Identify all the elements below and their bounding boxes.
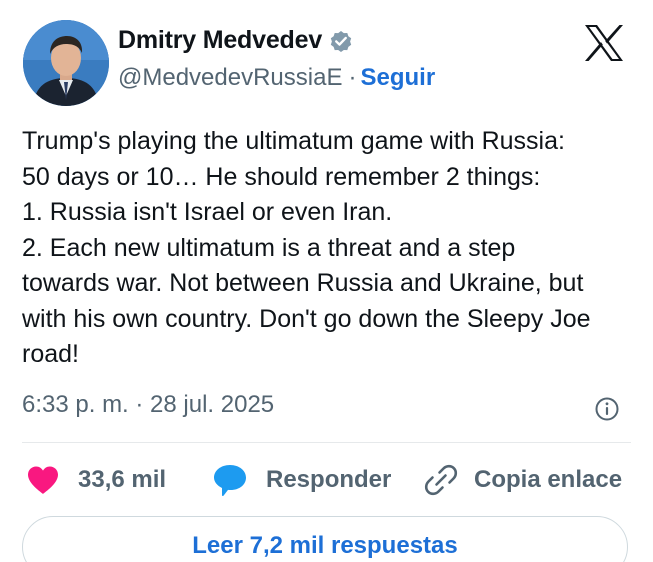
x-logo-icon[interactable] — [583, 24, 625, 62]
follow-link[interactable]: Seguir — [360, 64, 435, 91]
speech-bubble-icon — [214, 465, 246, 496]
likes-count: 33,6 mil — [78, 466, 167, 493]
copy-link-label: Copia enlace — [474, 466, 623, 493]
author-name-text: Dmitry Medvedev — [118, 26, 323, 54]
avatar-portrait — [23, 20, 109, 106]
link-icon — [424, 464, 458, 496]
info-icon[interactable] — [594, 396, 620, 422]
tweet-line: 2. Each new ultimatum is a threat and a … — [22, 233, 516, 262]
heart-icon — [28, 466, 58, 494]
avatar[interactable] — [23, 20, 109, 106]
author-name[interactable]: Dmitry Medvedev — [118, 26, 354, 55]
read-replies-button[interactable]: Leer 7,2 mil respuestas — [22, 516, 628, 562]
reply-button[interactable]: Responder — [212, 460, 391, 500]
divider — [22, 442, 631, 443]
tweet-embed-card: Dmitry Medvedev @MedvedevRussiaE · Seguir … — [0, 0, 653, 562]
author-handle[interactable]: @MedvedevRussiaE — [118, 64, 342, 91]
tweet-line: 1. Russia isn't Israel or even Iran. — [22, 198, 393, 226]
tweet-line: towards war. Not between Russia and Ukra… — [22, 269, 584, 297]
reply-label: Responder — [266, 466, 392, 493]
copy-link-button[interactable]: Copia enlace — [424, 460, 622, 500]
verified-badge-icon — [330, 30, 352, 52]
tweet-line: with his own country. Don't go down the … — [22, 304, 591, 333]
action-bar: 33,6 mil Responder Copia enlace — [22, 460, 632, 500]
tweet-line: road! — [22, 340, 79, 368]
tweet-line: 50 days or 10… He should remember 2 thin… — [22, 162, 541, 191]
handle-separator: · — [348, 64, 357, 91]
handle-row: @MedvedevRussiaE · Seguir — [118, 64, 435, 92]
like-button[interactable]: 33,6 mil — [26, 460, 166, 500]
tweet-timestamp[interactable]: 6:33 p. m. · 28 jul. 2025 — [22, 391, 274, 419]
tweet-line: Trump's playing the ultimatum game with … — [22, 127, 565, 155]
tweet-text: Trump's playing the ultimatum game with … — [22, 124, 632, 373]
